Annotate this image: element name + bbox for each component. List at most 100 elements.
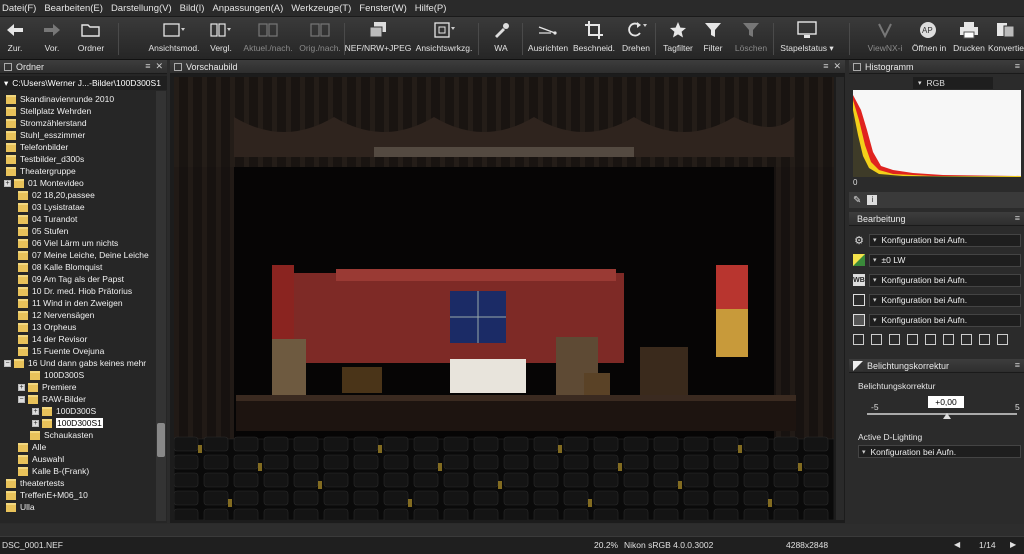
exposure-slider-track[interactable]: [867, 413, 1017, 415]
compare-button[interactable]: Vergl.: [208, 19, 234, 59]
filter-button[interactable]: Filter: [702, 19, 724, 59]
tree-item[interactable]: 100D300S: [30, 369, 84, 381]
tree-item[interactable]: 07 Meine Leiche, Deine Leiche: [18, 249, 149, 261]
exposure-slider-thumb[interactable]: [943, 413, 951, 419]
tree-item[interactable]: 12 Nervensägen: [18, 309, 94, 321]
preview-image[interactable]: [174, 77, 834, 520]
folder-tree-scrollbar[interactable]: [156, 91, 166, 521]
panel-menu-icon[interactable]: ≡: [1015, 61, 1020, 71]
menu-hilfe[interactable]: Hilfe(P): [415, 3, 447, 14]
prev-image-icon[interactable]: ◀: [954, 540, 960, 549]
close-icon[interactable]: ✕: [155, 61, 163, 72]
tree-item[interactable]: Alle: [18, 441, 46, 453]
menu-werkzeuge[interactable]: Werkzeuge(T): [291, 3, 351, 14]
tree-item[interactable]: theatertests: [6, 477, 64, 489]
panel-toggle-icon[interactable]: [853, 62, 861, 71]
expand-icon[interactable]: +: [4, 179, 11, 187]
tree-item[interactable]: Skandinavienrunde 2010: [6, 93, 114, 105]
tree-item[interactable]: Stromzählerstand: [6, 117, 87, 129]
tree-item[interactable]: Stellplatz Wehrden: [6, 105, 91, 117]
tool-icon[interactable]: [943, 334, 954, 345]
tool-icon[interactable]: [925, 334, 936, 345]
menu-fenster[interactable]: Fenster(W): [359, 3, 407, 14]
nef-jpeg-button[interactable]: NEF/NRW+JPEG: [345, 19, 411, 59]
tree-item[interactable]: Schaukasten: [30, 429, 93, 441]
tree-item[interactable]: 13 Orpheus: [18, 321, 76, 333]
close-icon[interactable]: ✕: [833, 61, 841, 72]
forward-button[interactable]: Vor.: [40, 19, 64, 59]
picture-style-select[interactable]: ▾ Konfiguration bei Aufn.: [869, 293, 1021, 307]
view-tools-button[interactable]: Ansichtswrkzg.: [416, 19, 472, 59]
tree-item[interactable]: 04 Turandot: [18, 213, 77, 225]
tree-item[interactable]: Testbilder_d300s: [6, 153, 84, 165]
tree-item[interactable]: 05 Stufen: [18, 225, 68, 237]
tree-item[interactable]: 03 Lysistratae: [18, 201, 85, 213]
panel-menu-icon[interactable]: ≡: [145, 61, 150, 72]
tree-item[interactable]: +01 Montevideo: [4, 177, 84, 189]
expand-icon[interactable]: +: [32, 407, 39, 415]
collapse-icon[interactable]: −: [18, 395, 25, 403]
tree-item[interactable]: 06 Viel Lärm um nichts: [18, 237, 118, 249]
menu-bild[interactable]: Bild(I): [180, 3, 205, 14]
back-button[interactable]: Zur.: [4, 19, 26, 59]
tree-item[interactable]: 11 Wind in den Zweigen: [18, 297, 123, 309]
tool-icon[interactable]: [997, 334, 1008, 345]
panel-toggle-icon[interactable]: [4, 62, 12, 71]
tool-icon[interactable]: [979, 334, 990, 345]
preview-scrollbar[interactable]: [836, 77, 844, 520]
folder-path[interactable]: ▾ C:\Users\Werner J...-Bilder\100D300S1: [0, 76, 167, 90]
print-button[interactable]: Drucken: [952, 19, 986, 59]
tree-item[interactable]: Theatergruppe: [6, 165, 76, 177]
picture-control-select[interactable]: ▾ Konfiguration bei Aufn.: [869, 233, 1021, 247]
crop-button[interactable]: Beschneid.: [573, 19, 615, 59]
tree-item[interactable]: − RAW-Bilder: [18, 393, 86, 405]
delete-filter-button[interactable]: Löschen: [733, 19, 769, 59]
collapse-icon[interactable]: −: [4, 359, 11, 367]
before-after-current-button[interactable]: Aktuel./nach.: [243, 19, 293, 59]
tree-item[interactable]: Ulla: [6, 501, 35, 513]
tool-icon[interactable]: [871, 334, 882, 345]
tree-item[interactable]: 15 Fuente Ovejuna: [18, 345, 104, 357]
folder-button[interactable]: Ordner: [77, 19, 105, 59]
straighten-button[interactable]: Ausrichten: [527, 19, 569, 59]
convert-button[interactable]: Konvertie: [988, 19, 1024, 59]
tree-item[interactable]: 08 Kalle Blomquist: [18, 261, 102, 273]
camera-settings-select[interactable]: ▾ Konfiguration bei Aufn.: [869, 313, 1021, 327]
tree-item[interactable]: −16 Und dann gabs keines mehr: [4, 357, 146, 369]
menu-bearbeiten[interactable]: Bearbeiten(E): [44, 3, 103, 14]
panel-toggle-icon[interactable]: [174, 62, 182, 71]
tree-item[interactable]: Auswahl: [18, 453, 64, 465]
viewnx-button[interactable]: ViewNX-i: [866, 19, 904, 59]
active-d-lighting-select[interactable]: ▾ Konfiguration bei Aufn.: [858, 445, 1021, 458]
rotate-button[interactable]: Drehen: [621, 19, 651, 59]
tree-item[interactable]: 02 18,20,passee: [18, 189, 95, 201]
white-balance-button[interactable]: WA: [490, 19, 512, 59]
expand-icon[interactable]: +: [32, 419, 39, 427]
white-balance-select[interactable]: ▾ Konfiguration bei Aufn.: [869, 273, 1021, 287]
tree-item-selected[interactable]: +100D300S1: [32, 417, 103, 429]
panel-menu-icon[interactable]: ≡: [1015, 213, 1020, 223]
edit-tab-icon[interactable]: ✎: [853, 195, 861, 206]
expand-icon[interactable]: +: [18, 383, 25, 391]
tool-icon[interactable]: [853, 334, 864, 345]
info-tab-icon[interactable]: i: [867, 195, 878, 205]
tree-item[interactable]: 09 Am Tag als der Papst: [18, 273, 124, 285]
tool-icon[interactable]: [889, 334, 900, 345]
scrollbar-thumb[interactable]: [157, 423, 165, 457]
menu-datei[interactable]: Datei(F): [2, 3, 36, 14]
stack-status-button[interactable]: Stapelstatus ▾: [777, 19, 837, 59]
tree-item[interactable]: Telefonbilder: [6, 141, 68, 153]
tree-item[interactable]: TreffenE+M06_10: [6, 489, 88, 501]
tool-icon[interactable]: [907, 334, 918, 345]
next-image-icon[interactable]: ▶: [1010, 540, 1016, 549]
tool-icon[interactable]: [961, 334, 972, 345]
tree-item[interactable]: Kalle B-(Frank): [18, 465, 89, 477]
tree-item[interactable]: Stuhl_esszimmer: [6, 129, 85, 141]
tree-item[interactable]: +100D300S: [32, 405, 96, 417]
tree-item[interactable]: + Premiere: [18, 381, 76, 393]
tree-item[interactable]: 14 der Revisor: [18, 333, 87, 345]
open-in-button[interactable]: AP Öffnen in: [910, 19, 948, 59]
menu-darstellung[interactable]: Darstellung(V): [111, 3, 172, 14]
original-after-button[interactable]: Orig./nach.: [298, 19, 342, 59]
tree-item[interactable]: 10 Dr. med. Hiob Prätorius: [18, 285, 132, 297]
